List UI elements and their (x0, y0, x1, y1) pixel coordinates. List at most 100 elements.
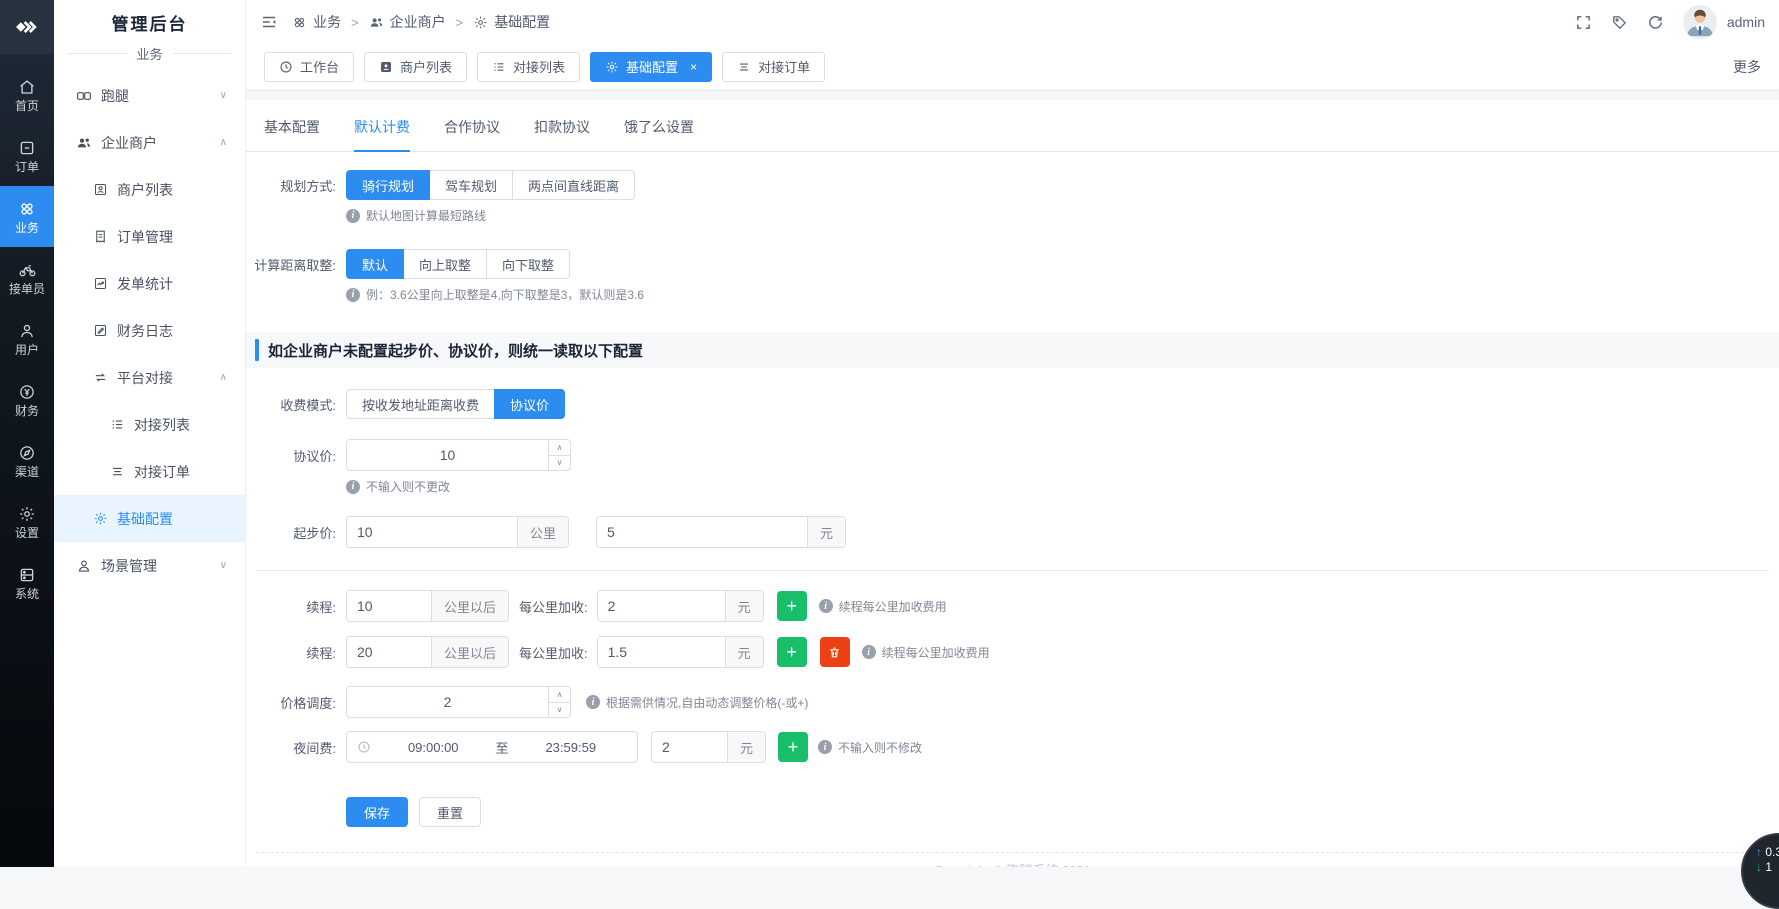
breadcrumb-item-company-merchant[interactable]: 企业商户 (369, 12, 446, 32)
agreement-price-input[interactable] (347, 440, 570, 470)
rail-item-label: 用户 (15, 344, 39, 356)
extra-label: 续程: (246, 643, 346, 662)
tab-deduction-agreement[interactable]: 扣款协议 (534, 117, 590, 151)
rail-item-label: 业务 (15, 222, 39, 234)
rail-item-system[interactable]: 系统 (0, 552, 54, 613)
content-tabs: 基本配置 默认计费 合作协议 扣款协议 饿了么设置 (246, 100, 1779, 152)
reset-button[interactable]: 重置 (419, 797, 481, 827)
hint-text: 不输入则不修改 (838, 739, 922, 756)
user-avatar[interactable] (1683, 5, 1717, 39)
sidebar-item-errand[interactable]: 跑腿 (54, 72, 245, 119)
night-fee-input[interactable] (652, 732, 727, 762)
rounding-hint: i 例：3.6公里向上取整是4,向下取整是3，默认则是3.6 (346, 286, 1779, 303)
clock-icon (357, 740, 371, 754)
delete-row-button[interactable] (820, 637, 850, 667)
sidebar-item-label: 对接列表 (134, 415, 190, 435)
rounding-row: 计算距离取整: 默认 向上取整 向下取整 (246, 249, 1779, 279)
tab-basic-config[interactable]: 基本配置 (264, 117, 320, 151)
more-button[interactable]: 更多 (1733, 57, 1761, 77)
night-fee-hint: i 不输入则不修改 (818, 739, 922, 756)
tag-tab-connect-order[interactable]: 对接订单 (722, 52, 825, 82)
rail-item-users[interactable]: 用户 (0, 308, 54, 369)
info-icon: i (586, 695, 600, 709)
yuan-unit: 元 (725, 637, 763, 667)
extra-fee-field: 元 (597, 636, 764, 668)
tag-tab-basic-config[interactable]: 基础配置 × (590, 52, 712, 82)
courier-bike-icon (18, 261, 37, 279)
tab-eleme-settings[interactable]: 饿了么设置 (624, 117, 694, 151)
stepper-down-icon[interactable] (549, 703, 570, 718)
sidebar-item-finance-log[interactable]: 财务日志 (54, 307, 245, 354)
extra-km-input[interactable] (347, 637, 431, 667)
base-km-input[interactable] (347, 517, 517, 547)
add-row-button[interactable] (777, 591, 807, 621)
rail-item-label: 渠道 (15, 466, 39, 478)
sidebar-item-order-manage[interactable]: 订单管理 (54, 213, 245, 260)
rail-item-channels[interactable]: 渠道 (0, 430, 54, 491)
sidebar-item-label: 平台对接 (117, 368, 173, 388)
planning-hint: i 默认地图计算最短路线 (346, 207, 1779, 224)
option-distance-charge[interactable]: 按收发地址距离收费 (346, 389, 495, 419)
extra-fee-input[interactable] (598, 637, 725, 667)
rail-item-settings[interactable]: 设置 (0, 491, 54, 552)
sidebar-item-connect-list[interactable]: 对接列表 (54, 401, 245, 448)
extra-distance-row: 续程: 公里以后 每公里加收: 元 i 续程每公里加收费用 (246, 636, 1779, 668)
night-end-time[interactable]: 23:59:59 (515, 740, 628, 755)
breadcrumb: 业务 > 企业商户 > 基础配置 (292, 12, 550, 32)
info-icon: i (818, 740, 832, 754)
night-start-time[interactable]: 09:00:00 (377, 740, 490, 755)
hint-text: 例：3.6公里向上取整是4,向下取整是3，默认则是3.6 (366, 286, 644, 303)
agreement-price-row: 协议价: (246, 439, 1779, 471)
price-adjust-input[interactable] (347, 687, 570, 717)
sidebar-item-company-merchant[interactable]: 企业商户 (54, 119, 245, 166)
fullscreen-icon[interactable] (1575, 14, 1592, 31)
add-row-button[interactable] (777, 637, 807, 667)
connect-list-icon (110, 417, 125, 432)
close-icon[interactable]: × (690, 60, 697, 74)
breadcrumb-item-business[interactable]: 业务 (292, 12, 341, 32)
rail-item-business[interactable]: 业务 (0, 186, 54, 247)
tag-tab-connect-list[interactable]: 对接列表 (477, 52, 580, 82)
sidebar-item-basic-config[interactable]: 基础配置 (54, 495, 245, 542)
basic-config-gear-icon (93, 511, 108, 526)
sidebar-item-merchant-list[interactable]: 商户列表 (54, 166, 245, 213)
sidebar-collapse-icon[interactable] (260, 13, 278, 31)
save-button[interactable]: 保存 (346, 797, 408, 827)
option-riding-plan[interactable]: 骑行规划 (346, 170, 430, 200)
theme-skin-icon[interactable] (1611, 14, 1628, 31)
extra-label: 续程: (246, 597, 346, 616)
rail-item-couriers[interactable]: 接单员 (0, 247, 54, 308)
sidebar-item-scene-manage[interactable]: 场景管理 (54, 542, 245, 589)
option-straight-line[interactable]: 两点间直线距离 (512, 170, 635, 200)
sidebar-item-connect-order[interactable]: 对接订单 (54, 448, 245, 495)
refresh-icon[interactable] (1647, 14, 1664, 31)
rail-item-home[interactable]: 首页 (0, 64, 54, 125)
rail-item-orders[interactable]: 订单 (0, 125, 54, 186)
sidebar-item-platform-connect[interactable]: 平台对接 (54, 354, 245, 401)
add-night-fee-button[interactable] (778, 732, 808, 762)
tag-tab-merchant-list[interactable]: 商户列表 (364, 52, 467, 82)
stepper-down-icon[interactable] (549, 456, 570, 471)
extra-km-input[interactable] (347, 591, 431, 621)
rail-item-finance[interactable]: 财务 (0, 369, 54, 430)
stepper-controls (548, 687, 570, 717)
tag-tab-workbench[interactable]: 工作台 (264, 52, 354, 82)
night-fee-row: 夜间费: 09:00:00 至 23:59:59 元 i 不输入则不修改 (246, 731, 1779, 763)
tab-default-billing[interactable]: 默认计费 (354, 117, 410, 152)
option-round-down[interactable]: 向下取整 (486, 249, 570, 279)
base-fee-input[interactable] (597, 517, 807, 547)
option-default[interactable]: 默认 (346, 249, 404, 279)
stepper-up-icon[interactable] (549, 440, 570, 456)
option-driving-plan[interactable]: 驾车规划 (429, 170, 513, 200)
stepper-up-icon[interactable] (549, 687, 570, 703)
option-agreement-price[interactable]: 协议价 (494, 389, 565, 419)
app-logo[interactable] (0, 0, 54, 54)
chevron-up-icon (220, 137, 227, 148)
tab-cooperation-agreement[interactable]: 合作协议 (444, 117, 500, 151)
sidebar-item-dispatch-stats[interactable]: 发单统计 (54, 260, 245, 307)
username[interactable]: admin (1727, 14, 1765, 30)
people-icon (369, 15, 384, 30)
extra-fee-input[interactable] (598, 591, 725, 621)
night-time-range-picker[interactable]: 09:00:00 至 23:59:59 (346, 731, 638, 763)
option-round-up[interactable]: 向上取整 (403, 249, 487, 279)
